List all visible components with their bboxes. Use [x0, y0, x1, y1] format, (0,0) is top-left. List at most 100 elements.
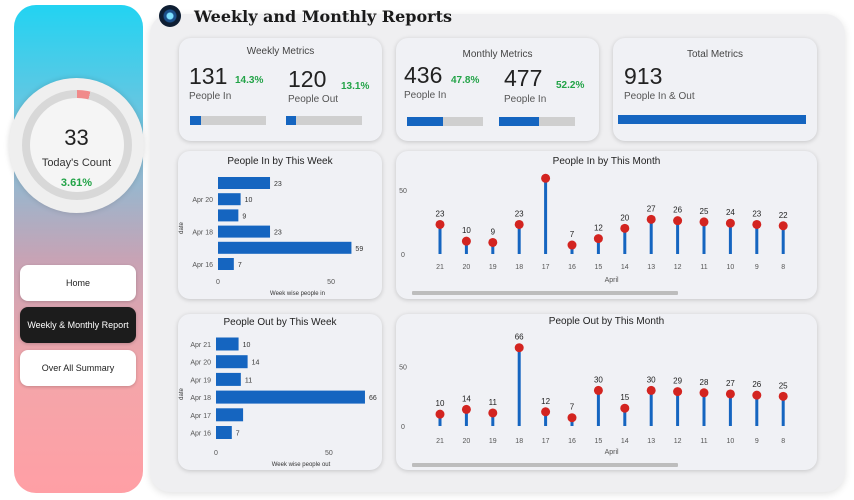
data-point	[593, 385, 603, 395]
weekly-metrics-card: Weekly Metrics 131 14.3% People In 120 1…	[179, 38, 382, 141]
monthly-out-label: People In	[504, 94, 547, 105]
data-point	[514, 343, 524, 353]
weekly-metrics-title: Weekly Metrics	[246, 46, 315, 57]
x-tick-label: 12	[674, 438, 682, 445]
data-point	[673, 387, 683, 397]
people-in-month-chart: 0 50 23 21 10 20 9 19 23 18 17 7 16 12 15 20 14 27 13 26 12 2…	[399, 173, 788, 295]
weekly-out-percent: 13.1%	[341, 81, 370, 92]
data-label: 12	[541, 397, 550, 406]
people-in-week-chart: 23 10 Apr 20 9 23 Apr 18 59 7 Apr 16 0 50Week wise…	[179, 177, 363, 297]
bar	[216, 337, 239, 351]
data-label: 29	[673, 377, 682, 386]
data-point	[541, 173, 551, 183]
data-point	[725, 389, 735, 399]
data-point	[699, 388, 709, 398]
data-label: 23	[752, 209, 761, 218]
monthly-in-label: People In	[404, 90, 447, 101]
x-tick-label: 14	[621, 264, 629, 271]
weekly-in-progress	[190, 116, 266, 125]
data-label: 24	[726, 208, 735, 217]
x-tick-label: 19	[489, 264, 497, 271]
bar	[218, 258, 234, 270]
people-out-month-card: People Out by This Month 0 50 10 21 14 20 11 19…	[396, 314, 817, 470]
camera-lens-icon	[159, 5, 181, 27]
total-progress	[618, 115, 806, 124]
data-point	[673, 216, 683, 226]
monthly-out-percent: 52.2%	[556, 80, 585, 91]
data-label: 23	[274, 230, 282, 237]
data-point	[461, 404, 471, 414]
bar	[218, 193, 241, 206]
page-title: Weekly and Monthly Reports	[194, 7, 452, 26]
total-label: People In & Out	[624, 91, 695, 102]
data-label: 66	[515, 333, 524, 342]
home-button[interactable]: Home	[20, 265, 136, 301]
today-count-value: 33	[64, 125, 89, 150]
data-label: 27	[647, 204, 656, 213]
bar	[216, 372, 241, 386]
x-tick-label: 12	[674, 264, 682, 271]
data-label: 10	[245, 197, 253, 204]
x-tick-label: 8	[781, 264, 785, 271]
horizontal-scrollbar[interactable]	[412, 291, 678, 295]
y-tick-label: Apr 20	[192, 197, 213, 204]
monthly-out-progress	[499, 117, 575, 126]
x-tick-label: 9	[755, 264, 759, 271]
total-metrics-card: Total Metrics 913 People In & Out	[613, 38, 817, 141]
total-metrics-title: Total Metrics	[686, 49, 744, 60]
y-tick-label: Apr 18	[192, 230, 213, 237]
x-tick-label: 15	[595, 438, 603, 445]
x-axis-label: April	[605, 277, 619, 284]
data-label: 28	[700, 378, 709, 387]
bar	[218, 225, 271, 238]
people-out-month-chart: 0 50 10 21 14 20 11 19 66 18 12 17 7 16 30 15 15 14 30 13 29…	[399, 333, 788, 467]
x-tick-label: 50	[325, 450, 333, 457]
x-tick-label: 0	[216, 279, 220, 286]
horizontal-scrollbar[interactable]	[412, 463, 678, 467]
x-tick-label: 13	[647, 438, 655, 445]
today-count-percent: 3.61%	[60, 177, 93, 189]
data-label: 23	[274, 181, 282, 188]
monthly-metrics-title: Monthly Metrics	[462, 49, 533, 60]
data-label: 26	[752, 380, 761, 389]
x-tick-label: 13	[647, 264, 655, 271]
bar	[216, 426, 232, 439]
bar	[216, 355, 248, 369]
data-label: 11	[245, 377, 252, 384]
x-tick-label: 18	[515, 438, 523, 445]
data-label: 27	[726, 379, 735, 388]
data-label: 7	[570, 403, 575, 412]
x-tick-label: 17	[542, 438, 550, 445]
data-label: 12	[594, 224, 603, 233]
weekly-in-value: 131	[189, 63, 228, 89]
data-label: 25	[779, 381, 788, 390]
x-tick-label: 18	[515, 264, 523, 271]
data-point	[567, 240, 577, 250]
x-tick-label: 20	[463, 438, 471, 445]
x-tick-label: 16	[568, 438, 576, 445]
data-label: 10	[462, 226, 471, 235]
over-all-summary-button[interactable]: Over All Summary	[20, 350, 136, 386]
monthly-metrics-card: Monthly Metrics 436 47.8% People In 477 …	[396, 38, 599, 141]
data-point	[778, 221, 788, 231]
x-tick-label: 19	[489, 438, 497, 445]
y-tick-label: Apr 20	[190, 360, 211, 367]
weekly-out-label: People Out	[288, 94, 339, 105]
x-tick-label: 21	[436, 438, 444, 445]
x-tick-label: 9	[755, 438, 759, 445]
x-tick-label: 20	[463, 264, 471, 271]
y-tick-label: 50	[399, 365, 407, 372]
x-tick-label: 21	[436, 264, 444, 271]
x-tick-label: 16	[568, 264, 576, 271]
weekly-monthly-report-button[interactable]: Weekly & Monthly Report	[20, 307, 136, 343]
y-tick-label: Apr 17	[190, 413, 211, 420]
data-label: 14	[252, 360, 260, 367]
data-label: 23	[436, 209, 445, 218]
x-axis-label: Week wise people out	[272, 462, 331, 468]
data-point	[567, 413, 577, 423]
y-tick-label: Apr 19	[190, 377, 211, 384]
x-tick-label: 10	[727, 264, 735, 271]
data-point	[593, 234, 603, 244]
data-label: 9	[491, 227, 496, 236]
x-tick-label: 0	[214, 450, 218, 457]
